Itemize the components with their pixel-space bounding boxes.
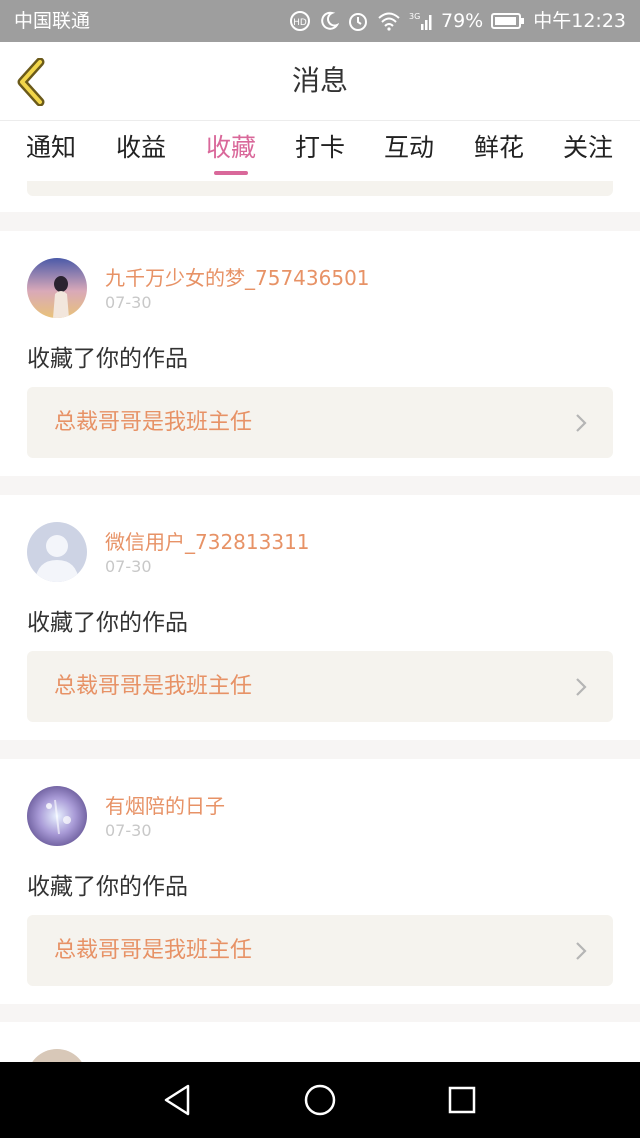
- work-link[interactable]: 总裁哥哥是我班主任: [27, 387, 613, 458]
- status-bar: 中国联通 HD 3G 79% 中午12:23: [0, 0, 640, 42]
- recents-nav-button[interactable]: [442, 1080, 482, 1120]
- home-nav-button[interactable]: [300, 1080, 340, 1120]
- page-title: 消息: [291, 64, 348, 97]
- message-card-partial: [0, 1022, 640, 1062]
- network-label: 3G: [409, 12, 420, 21]
- active-tab-indicator: [213, 171, 248, 175]
- message-action: 收藏了你的作品: [27, 346, 188, 372]
- battery-percent: 79%: [441, 10, 484, 32]
- avatar[interactable]: [27, 1049, 87, 1062]
- status-icons: HD 3G 79% 中午12:23: [289, 0, 626, 42]
- work-title: 总裁哥哥是我班主任: [54, 674, 253, 699]
- tab-flowers[interactable]: 鲜花: [474, 121, 524, 181]
- chevron-right-icon: [576, 678, 587, 696]
- work-title: 总裁哥哥是我班主任: [54, 938, 253, 963]
- avatar[interactable]: [27, 522, 87, 582]
- clock: 中午12:23: [533, 10, 626, 32]
- tab-label: 打卡: [294, 133, 346, 162]
- username[interactable]: 九千万少女的梦_757436501: [105, 262, 370, 291]
- tab-favorites[interactable]: 收藏: [206, 121, 256, 181]
- message-action: 收藏了你的作品: [27, 610, 188, 636]
- work-link[interactable]: 总裁哥哥是我班主任: [27, 651, 613, 722]
- hd-call-icon: HD: [290, 11, 310, 31]
- tab-checkin[interactable]: 打卡: [295, 121, 345, 181]
- battery-icon: [491, 13, 525, 29]
- message-card: 微信用户_732813311 07-30 收藏了你的作品 总裁哥哥是我班主任: [0, 495, 640, 740]
- back-nav-button[interactable]: [158, 1080, 198, 1120]
- tab-label: 收益: [115, 133, 167, 162]
- username[interactable]: 有烟陪的日子: [105, 790, 225, 819]
- svg-text:HD: HD: [293, 18, 307, 28]
- avatar[interactable]: [27, 786, 87, 846]
- tab-interaction[interactable]: 互动: [384, 121, 434, 181]
- tab-label: 互动: [383, 133, 435, 162]
- tab-notifications[interactable]: 通知: [26, 121, 76, 181]
- message-date: 07-30: [105, 821, 152, 840]
- message-card-partial: [0, 181, 640, 212]
- wifi-icon: [378, 12, 400, 31]
- app-header: 消息: [0, 42, 640, 121]
- tab-bar: 通知 收益 收藏 打卡 互动 鲜花 关注: [0, 121, 640, 181]
- moon-icon: [321, 11, 339, 30]
- message-date: 07-30: [105, 557, 152, 576]
- message-card: 九千万少女的梦_757436501 07-30 收藏了你的作品 总裁哥哥是我班主…: [0, 231, 640, 476]
- message-card: 有烟陪的日子 07-30 收藏了你的作品 总裁哥哥是我班主任: [0, 759, 640, 1004]
- alarm-icon: [349, 13, 367, 31]
- system-nav-bar: [0, 1062, 640, 1138]
- tab-label: 关注: [562, 133, 614, 162]
- circle-home-icon: [304, 1084, 336, 1116]
- message-action: 收藏了你的作品: [27, 874, 188, 900]
- tab-follow[interactable]: 关注: [563, 121, 613, 181]
- work-title: 总裁哥哥是我班主任: [54, 410, 253, 435]
- avatar[interactable]: [27, 258, 87, 318]
- chevron-right-icon: [576, 942, 587, 960]
- chevron-right-icon: [576, 414, 587, 432]
- username[interactable]: 微信用户_732813311: [105, 526, 310, 555]
- tab-label: 通知: [25, 133, 77, 162]
- triangle-back-icon: [164, 1084, 190, 1116]
- square-recents-icon: [448, 1086, 476, 1114]
- work-link-partial[interactable]: [27, 181, 613, 196]
- message-date: 07-30: [105, 293, 152, 312]
- tab-earnings[interactable]: 收益: [116, 121, 166, 181]
- tab-label: 鲜花: [473, 133, 525, 162]
- carrier-label: 中国联通: [14, 10, 91, 32]
- tab-label: 收藏: [205, 133, 257, 162]
- signal-icon: 3G: [409, 12, 432, 30]
- work-link[interactable]: 总裁哥哥是我班主任: [27, 915, 613, 986]
